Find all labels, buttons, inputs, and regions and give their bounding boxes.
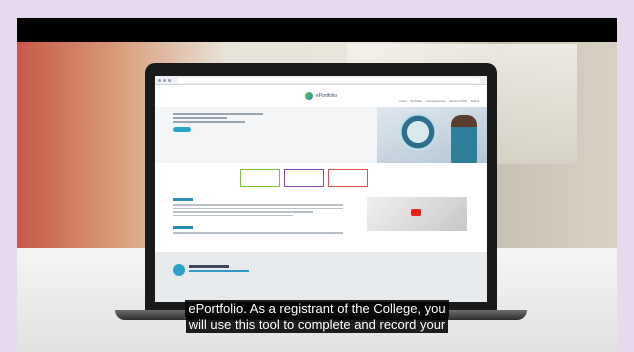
cmrito-logo-icon xyxy=(173,264,185,276)
site-header: ePortfolio Home My Profile Self-Assessme… xyxy=(155,85,487,107)
video-letterbox xyxy=(17,18,617,42)
nav-item: Home xyxy=(399,100,407,103)
card-my-profile xyxy=(240,169,280,187)
page-content xyxy=(155,193,487,238)
reload-icon xyxy=(168,78,171,82)
hero-button xyxy=(173,127,191,132)
text-line xyxy=(173,211,313,213)
hero-banner xyxy=(155,107,487,163)
text-line xyxy=(173,207,343,209)
card-self-assessment xyxy=(284,169,324,187)
caption-line-1: ePortfolio. As a registrant of the Colle… xyxy=(185,300,449,317)
section-heading xyxy=(173,226,193,229)
text-line xyxy=(173,232,343,234)
section-heading xyxy=(173,198,193,201)
nav-item: Self-Assessment xyxy=(426,100,446,103)
card-legend xyxy=(372,169,402,185)
nav-item: Submit xyxy=(470,100,479,103)
site-nav: Home My Profile Self-Assessment Record o… xyxy=(400,100,479,103)
browser-toolbar xyxy=(155,76,487,85)
caption-line-2: will use this tool to complete and recor… xyxy=(185,316,449,333)
eportfolio-logo-icon xyxy=(304,92,313,100)
footer-brand xyxy=(189,265,229,268)
site-title: ePortfolio xyxy=(315,93,338,99)
summary-line xyxy=(173,121,245,123)
youtube-play-icon xyxy=(411,209,421,216)
summary-line xyxy=(173,117,227,119)
nav-item: Record of CPD xyxy=(449,100,467,103)
profile-summary xyxy=(173,111,263,132)
footer-subtitle xyxy=(189,270,249,272)
address-bar xyxy=(177,77,480,83)
text-line xyxy=(173,204,343,206)
embedded-video xyxy=(367,197,467,231)
hero-photo xyxy=(377,107,487,163)
back-icon xyxy=(158,78,161,82)
video-captions: ePortfolio. As a registrant of the Colle… xyxy=(0,300,634,333)
site-footer xyxy=(155,252,487,302)
summary-line xyxy=(173,113,263,115)
dashboard-cards xyxy=(155,169,487,187)
text-line xyxy=(173,214,293,216)
card-record-of-cpd xyxy=(328,169,368,187)
forward-icon xyxy=(163,78,166,82)
person-image xyxy=(451,115,477,163)
nav-item: My Profile xyxy=(410,100,422,103)
cmrito-seal-icon xyxy=(399,113,437,151)
laptop-screen: ePortfolio Home My Profile Self-Assessme… xyxy=(155,76,487,302)
